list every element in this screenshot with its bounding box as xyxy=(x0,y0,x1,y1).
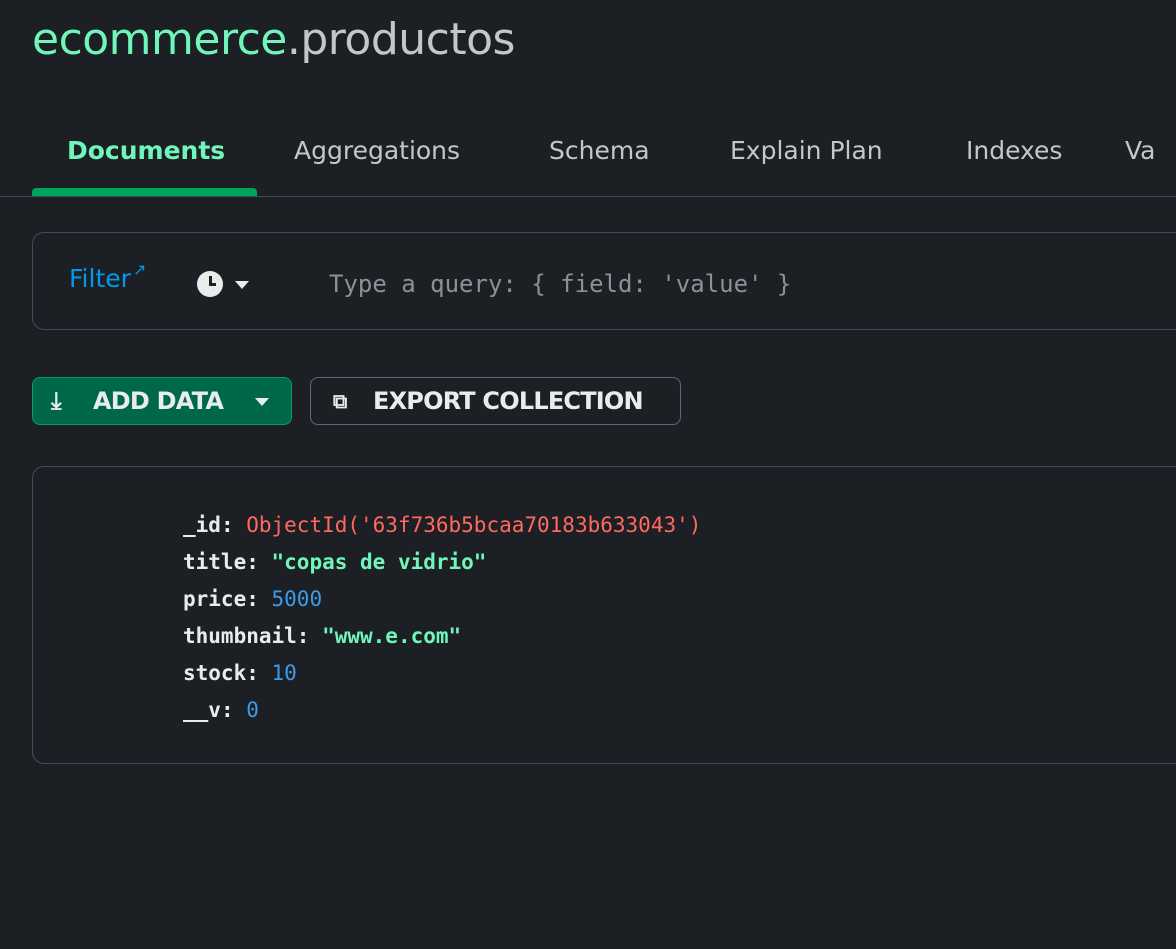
document-field: thumbnail: "www.e.com" xyxy=(183,624,462,648)
field-key: title xyxy=(183,550,247,574)
add-data-button[interactable]: ⤓ ADD DATA xyxy=(32,377,292,425)
database-name: ecommerce xyxy=(32,14,287,65)
field-key: stock xyxy=(183,661,247,685)
export-collection-label: EXPORT COLLECTION xyxy=(373,387,644,415)
add-data-label: ADD DATA xyxy=(93,387,224,415)
external-link-icon: ↗ xyxy=(132,260,147,279)
field-value: "www.e.com" xyxy=(322,624,462,648)
field-value: 5000 xyxy=(271,587,323,611)
document-field: stock: 10 xyxy=(183,661,297,685)
active-tab-indicator xyxy=(32,188,257,196)
document-field: __v: 0 xyxy=(183,698,259,722)
document-field: price: 5000 xyxy=(183,587,323,611)
filter-bar: Filter ↗ xyxy=(32,232,1176,330)
tab-aggregations[interactable]: Aggregations xyxy=(294,118,460,194)
tab-indexes[interactable]: Indexes xyxy=(966,118,1062,194)
tab-documents[interactable]: Documents xyxy=(67,118,225,194)
document-field: _id: ObjectId('63f736b5bcaa70183b633043'… xyxy=(183,513,702,537)
query-history-button[interactable] xyxy=(197,271,257,299)
document-card[interactable]: _id: ObjectId('63f736b5bcaa70183b633043'… xyxy=(32,466,1176,764)
field-key: __v xyxy=(183,698,221,722)
tab-schema[interactable]: Schema xyxy=(549,118,650,194)
field-value: 10 xyxy=(271,661,297,685)
export-icon: ⧉ xyxy=(333,389,347,413)
page-title: ecommerce.productos xyxy=(32,10,515,70)
field-key: thumbnail xyxy=(183,624,297,648)
title-separator: . xyxy=(286,14,301,65)
field-value: 0 xyxy=(246,698,259,722)
field-key: _id xyxy=(183,513,221,537)
document-field: title: "copas de vidrio" xyxy=(183,550,487,574)
clock-icon xyxy=(197,271,223,297)
collection-name: productos xyxy=(300,14,515,65)
filter-label: Filter xyxy=(69,264,131,293)
field-value: ObjectId('63f736b5bcaa70183b633043') xyxy=(246,513,702,537)
tab-validation[interactable]: Va xyxy=(1125,118,1155,194)
filter-link[interactable]: Filter ↗ xyxy=(69,260,146,293)
field-key: price xyxy=(183,587,247,611)
query-input[interactable] xyxy=(327,258,1161,310)
caret-down-icon xyxy=(255,398,269,406)
caret-down-icon xyxy=(235,281,249,289)
export-collection-button[interactable]: ⧉ EXPORT COLLECTION xyxy=(310,377,681,425)
tab-explain-plan[interactable]: Explain Plan xyxy=(730,118,883,194)
tab-bar: Documents Aggregations Schema Explain Pl… xyxy=(0,118,1176,197)
field-value: "copas de vidrio" xyxy=(271,550,487,574)
download-icon: ⤓ xyxy=(51,387,62,415)
